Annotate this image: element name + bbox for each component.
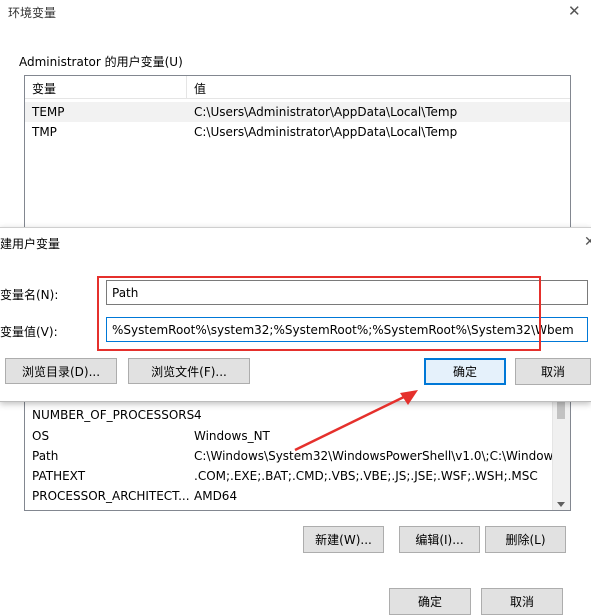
delete-button[interactable]: 删除(L) xyxy=(485,526,566,553)
list-item[interactable]: PATHEXT .COM;.EXE;.BAT;.CMD;.VBS;.VBE;.J… xyxy=(25,466,570,486)
browse-file-button[interactable]: 浏览文件(F)... xyxy=(128,358,250,384)
list-item[interactable]: TMP C:\Users\Administrator\AppData\Local… xyxy=(25,122,570,142)
window-title: 环境变量 xyxy=(8,6,57,20)
column-divider xyxy=(186,76,187,98)
value-label: 变量值(V): xyxy=(0,325,58,339)
annotation-arrow-icon xyxy=(294,390,418,452)
var-name: PROCESSOR_ARCHITECT... xyxy=(32,489,190,503)
var-name: TMP xyxy=(32,125,57,139)
var-name: TEMP xyxy=(32,105,65,119)
var-value: C:\Users\Administrator\AppData\Local\Tem… xyxy=(194,105,458,119)
scrollbar[interactable] xyxy=(552,385,570,510)
name-label: 变量名(N): xyxy=(0,288,59,302)
scrollbar-thumb[interactable] xyxy=(557,401,565,419)
var-name: OS xyxy=(32,429,50,443)
column-header-value[interactable]: 值 xyxy=(194,80,206,97)
new-button[interactable]: 新建(W)... xyxy=(303,526,384,553)
dialog-cancel-button[interactable]: 取消 xyxy=(515,358,591,385)
highlight-box xyxy=(97,276,541,351)
var-value: Windows_NT xyxy=(194,429,270,443)
dialog-ok-button[interactable]: 确定 xyxy=(424,358,506,385)
var-value: 4 xyxy=(194,408,202,422)
browse-dir-button[interactable]: 浏览目录(D)... xyxy=(5,358,117,384)
user-vars-list: 变量 值 TEMP C:\Users\Administrator\AppData… xyxy=(24,75,571,235)
ok-button[interactable]: 确定 xyxy=(389,588,471,615)
var-name: NUMBER_OF_PROCESSORS xyxy=(32,408,195,422)
var-value: AMD64 xyxy=(194,489,238,503)
header-row: 变量 值 xyxy=(25,76,570,99)
var-value: C:\Users\Administrator\AppData\Local\Tem… xyxy=(194,125,458,139)
user-vars-group-label: Administrator 的用户变量(U) xyxy=(19,55,183,69)
dialog-close-icon[interactable]: ✕ xyxy=(584,234,591,250)
cancel-button[interactable]: 取消 xyxy=(481,588,563,615)
var-name: Path xyxy=(32,449,59,463)
var-name: PATHEXT xyxy=(32,469,86,483)
dialog-title: 建用户变量 xyxy=(0,237,61,251)
column-header-var[interactable]: 变量 xyxy=(32,80,56,97)
var-value: .COM;.EXE;.BAT;.CMD;.VBS;.VBE;.JS;.JSE;.… xyxy=(194,469,538,483)
edit-button[interactable]: 编辑(I)... xyxy=(399,526,480,553)
list-item[interactable]: TEMP C:\Users\Administrator\AppData\Loca… xyxy=(25,102,570,122)
scroll-down-icon[interactable] xyxy=(557,502,565,507)
close-icon[interactable]: ✕ xyxy=(568,2,581,20)
list-item[interactable]: PROCESSOR_ARCHITECT... AMD64 xyxy=(25,486,570,506)
